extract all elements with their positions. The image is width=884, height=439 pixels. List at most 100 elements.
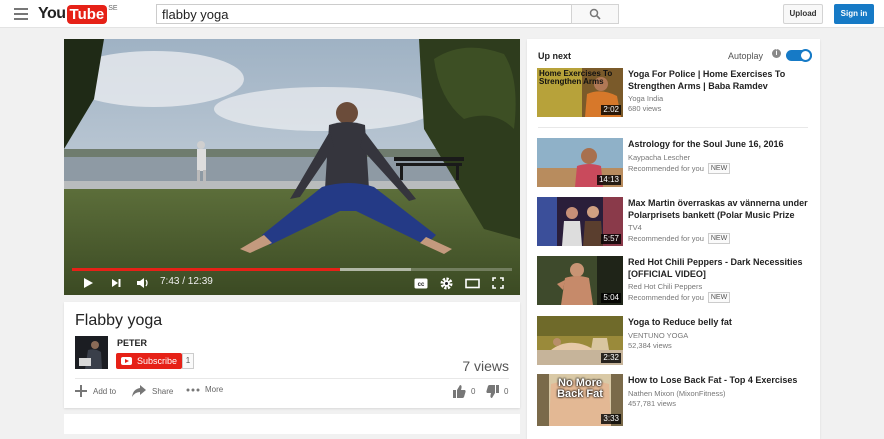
dislike-button[interactable]: 0 — [486, 385, 508, 398]
channel-name: Kaypacha Lescher — [628, 153, 691, 162]
list-item[interactable]: 2:32 Yoga to Reduce belly fat VENTUNO YO… — [537, 316, 813, 368]
more-dots-icon — [186, 388, 200, 391]
video-title[interactable]: Astrology for the Soul June 16, 2016 — [628, 138, 813, 150]
add-to-label: Add to — [93, 386, 117, 396]
share-button[interactable]: Share — [132, 385, 173, 397]
meta-text: Recommended for you — [628, 164, 704, 173]
sign-in-button[interactable]: Sign in — [834, 4, 874, 24]
divider — [75, 378, 509, 379]
list-item[interactable]: No More Back Fat 3:33 How to Lose Back F… — [537, 374, 813, 426]
duration: 5:57 — [601, 234, 621, 244]
volume-button[interactable] — [136, 275, 150, 291]
new-badge: NEW — [707, 233, 731, 244]
next-button[interactable] — [110, 275, 122, 291]
svg-text:cc: cc — [418, 281, 425, 287]
duration: 2:32 — [601, 353, 621, 363]
volume-icon — [137, 278, 148, 288]
channel-avatar[interactable] — [75, 336, 108, 369]
more-label: More — [205, 385, 224, 394]
channel-name[interactable]: PETER — [117, 338, 147, 348]
video-thumbnail[interactable]: Home Exercises To Strengthen Arms 2:02 — [537, 68, 623, 117]
video-meta: 457,781 views — [628, 399, 676, 408]
menu-icon[interactable] — [14, 8, 28, 20]
meta-text: 680 views — [628, 104, 662, 113]
subscribe-button[interactable]: Subscribe — [116, 353, 182, 369]
logo-you: You — [38, 5, 66, 22]
video-title[interactable]: Red Hot Chili Peppers - Dark Necessities… — [628, 256, 813, 280]
captions-icon: cc — [414, 278, 428, 288]
settings-button[interactable] — [440, 275, 453, 291]
video-title: Flabby yoga — [75, 312, 163, 329]
thumbs-up-icon — [453, 385, 466, 398]
next-icon — [112, 279, 121, 287]
video-thumbnail[interactable]: 5:04 — [537, 256, 623, 305]
channel-name: Red Hot Chili Peppers — [628, 282, 703, 291]
channel-name: TV4 — [628, 223, 642, 232]
video-title[interactable]: Yoga For Police | Home Exercises To Stre… — [628, 68, 813, 92]
masthead: You Tube SE flabby yoga Upload Sign in — [0, 0, 884, 28]
youtube-logo[interactable]: You Tube SE — [38, 4, 118, 24]
captions-button[interactable]: cc — [414, 275, 428, 291]
video-thumbnail[interactable]: 14:13 — [537, 138, 623, 187]
thumbnail-text: No More Back Fat — [557, 377, 603, 400]
toggle-knob — [799, 49, 812, 62]
video-info: Flabby yoga PETER Subscribe 1 7 views Ad… — [64, 302, 520, 408]
meta-text: 52,384 views — [628, 341, 672, 350]
duration: 3:33 — [601, 414, 621, 424]
fullscreen-icon — [492, 277, 504, 289]
plus-icon — [75, 385, 87, 397]
like-button[interactable]: 0 — [453, 385, 475, 398]
subscriber-count: 1 — [182, 353, 194, 369]
video-meta: Recommended for you NEW — [628, 163, 731, 174]
new-badge: NEW — [707, 163, 731, 174]
channel-name: VENTUNO YOGA — [628, 331, 689, 340]
search-button[interactable] — [571, 4, 619, 24]
list-item[interactable]: Home Exercises To Strengthen Arms 2:02 Y… — [537, 68, 813, 120]
autoplay-toggle[interactable] — [786, 49, 812, 62]
list-item[interactable]: 14:13 Astrology for the Soul June 16, 20… — [537, 138, 813, 190]
video-title[interactable]: Max Martin överraskas av vännerna under … — [628, 197, 813, 221]
progress-bar[interactable] — [72, 268, 512, 271]
add-to-button[interactable]: Add to — [75, 385, 116, 397]
video-thumbnail[interactable]: 2:32 — [537, 316, 623, 365]
list-item[interactable]: 5:04 Red Hot Chili Peppers - Dark Necess… — [537, 256, 813, 308]
play-button[interactable] — [82, 275, 94, 291]
fullscreen-button[interactable] — [492, 275, 504, 291]
video-thumbnail[interactable]: No More Back Fat 3:33 — [537, 374, 623, 426]
meta-text: Recommended for you — [628, 293, 704, 302]
theater-icon — [465, 278, 480, 288]
more-button[interactable]: More — [186, 385, 223, 394]
video-title[interactable]: How to Lose Back Fat - Top 4 Exercises — [628, 374, 813, 386]
info-icon[interactable]: i — [772, 49, 781, 58]
youtube-play-icon — [121, 357, 132, 365]
play-icon — [84, 278, 93, 288]
channel-name: Yoga India — [628, 94, 664, 103]
video-meta: 680 views — [628, 104, 661, 113]
list-item[interactable]: 5:57 Max Martin överraskas av vännerna u… — [537, 197, 813, 249]
divider — [538, 127, 808, 128]
video-frame — [64, 39, 520, 295]
video-thumbnail[interactable]: 5:57 — [537, 197, 623, 246]
video-title[interactable]: Yoga to Reduce belly fat — [628, 316, 813, 328]
video-meta: Recommended for you NEW — [628, 292, 731, 303]
subscribe-label: Subscribe — [137, 356, 178, 366]
video-meta: Recommended for you NEW — [628, 233, 731, 244]
video-player[interactable]: 7:43 / 12:39 cc — [64, 39, 520, 295]
avatar-image — [75, 336, 108, 369]
duration: 2:02 — [601, 105, 621, 115]
thumbnail-text: Home Exercises To Strengthen Arms — [539, 69, 613, 86]
time-display: 7:43 / 12:39 — [160, 276, 213, 287]
channel-name: Nathen Mixon (MixonFitness) — [628, 389, 726, 398]
search-input[interactable]: flabby yoga — [156, 4, 572, 24]
logo-tube: Tube — [66, 4, 108, 24]
video-meta: 52,384 views — [628, 341, 672, 350]
gear-icon — [440, 277, 453, 289]
theater-mode-button[interactable] — [465, 275, 480, 291]
share-label: Share — [152, 386, 174, 396]
played-bar — [72, 268, 341, 271]
description-panel — [64, 414, 520, 434]
meta-text: Recommended for you — [628, 234, 704, 243]
up-next-heading: Up next — [538, 51, 572, 61]
meta-text: 457,781 views — [628, 399, 676, 408]
upload-button[interactable]: Upload — [783, 4, 823, 24]
